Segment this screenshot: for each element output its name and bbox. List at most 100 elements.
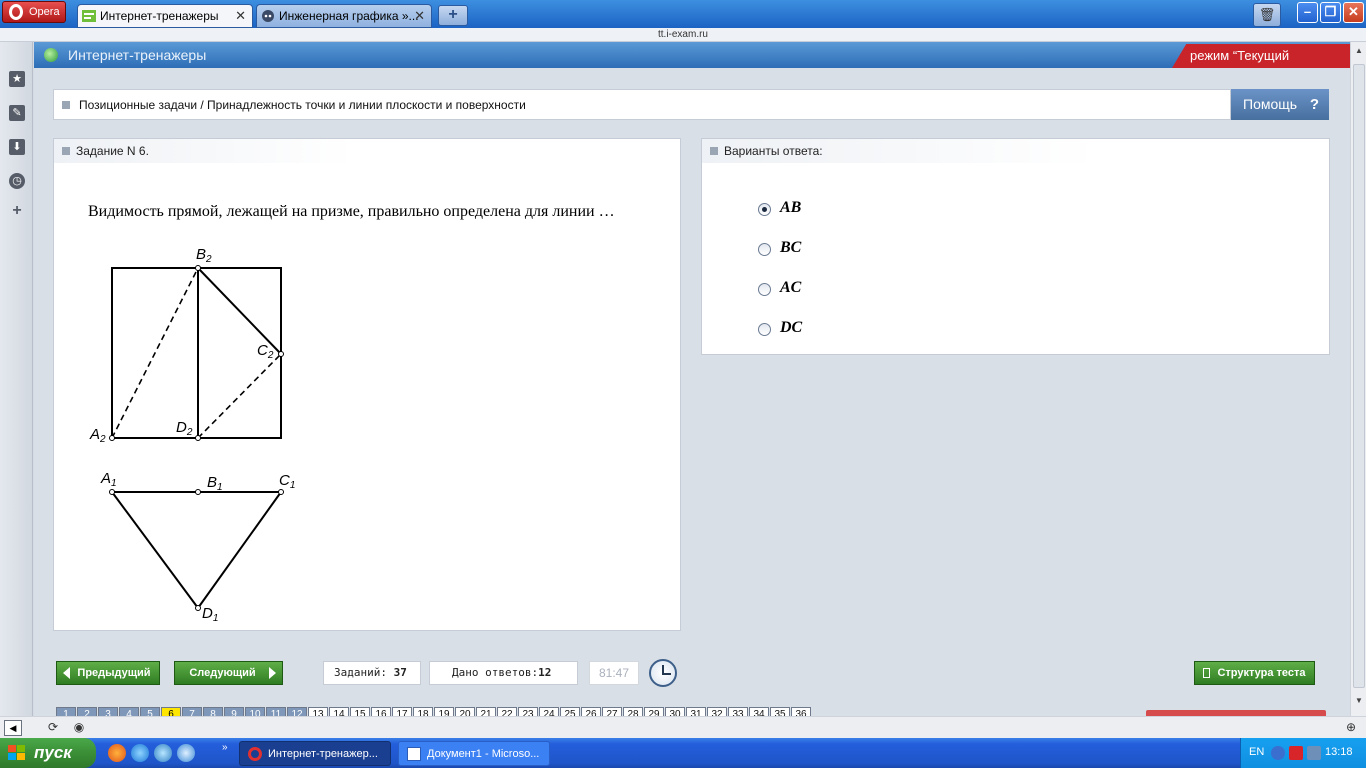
radio-button[interactable] bbox=[758, 243, 771, 256]
browser-icon[interactable] bbox=[177, 744, 195, 762]
quicklaunch-more-icon[interactable]: » bbox=[222, 742, 228, 753]
page-number-button[interactable]: 21 bbox=[476, 707, 496, 716]
page-number-button[interactable]: 12 bbox=[287, 707, 307, 716]
task-heading-text: Задание N 6. bbox=[76, 144, 149, 158]
arrow-left-icon bbox=[63, 667, 70, 679]
internet-explorer-icon[interactable] bbox=[131, 744, 149, 762]
page-number-button[interactable]: 36 bbox=[791, 707, 811, 716]
answers-counter-value: 12 bbox=[538, 666, 552, 679]
page-number-button[interactable]: 33 bbox=[728, 707, 748, 716]
prism-drawing: B2 C2 A2 D2 A1 B1 C1 D1 bbox=[89, 246, 295, 621]
clock-icon[interactable] bbox=[649, 659, 677, 687]
page-number-button[interactable]: 5 bbox=[140, 707, 160, 716]
radio-button[interactable] bbox=[758, 323, 771, 336]
page-number-button[interactable]: 29 bbox=[644, 707, 664, 716]
next-button[interactable]: Следующий bbox=[174, 661, 283, 685]
page-number-button[interactable]: 27 bbox=[602, 707, 622, 716]
messenger-icon[interactable] bbox=[154, 744, 172, 762]
page-number-button[interactable]: 32 bbox=[707, 707, 727, 716]
tab-internet-trainers[interactable]: Интернет-тренажеры ✕ bbox=[77, 4, 253, 28]
page-number-button[interactable]: 4 bbox=[119, 707, 139, 716]
vertical-scrollbar[interactable]: ▲ ▼ bbox=[1350, 42, 1366, 716]
page-number-button[interactable]: 9 bbox=[224, 707, 244, 716]
taskbar-window-opera[interactable]: Интернет-тренажер... bbox=[239, 741, 391, 766]
downloads-icon[interactable]: ⬇ bbox=[9, 139, 25, 155]
answer-label[interactable]: AC bbox=[780, 279, 801, 297]
browser-tab-bar: Opera Интернет-тренажеры ✕ Инженерная гр… bbox=[0, 0, 1366, 28]
sync-icon[interactable]: ⟳ bbox=[44, 720, 62, 736]
history-clock-icon[interactable]: ◷ bbox=[9, 173, 25, 189]
taskbar-window-word[interactable]: Документ1 - Microso... bbox=[398, 741, 550, 766]
antivirus-icon[interactable] bbox=[1289, 746, 1303, 760]
opera-menu-label: Opera bbox=[29, 6, 60, 18]
minimize-window-button[interactable]: – bbox=[1297, 2, 1318, 23]
page-number-button[interactable]: 35 bbox=[770, 707, 790, 716]
close-window-button[interactable]: ✕ bbox=[1343, 2, 1364, 23]
page-number-button[interactable]: 31 bbox=[686, 707, 706, 716]
page-number-button[interactable]: 8 bbox=[203, 707, 223, 716]
page-number-button[interactable]: 26 bbox=[581, 707, 601, 716]
label-b2: B2 bbox=[196, 246, 212, 265]
windows-flag-icon bbox=[8, 745, 26, 761]
opera-menu-button[interactable]: Opera bbox=[2, 1, 66, 23]
page-number-button[interactable]: 16 bbox=[371, 707, 391, 716]
point-c2 bbox=[278, 351, 284, 357]
closed-tabs-trash-icon[interactable]: 🗑 bbox=[1253, 3, 1281, 27]
page-number-button[interactable]: 17 bbox=[392, 707, 412, 716]
bullet-square-icon bbox=[62, 101, 70, 109]
answer-label[interactable]: DC bbox=[780, 319, 802, 337]
page-number-button[interactable]: 11 bbox=[266, 707, 286, 716]
tab-title: Интернет-тренажеры bbox=[100, 9, 219, 23]
page-number-button[interactable]: 3 bbox=[98, 707, 118, 716]
windows-taskbar: пуск » Интернет-тренажер... Документ1 - … bbox=[0, 738, 1366, 768]
page-number-button[interactable]: 6 bbox=[161, 707, 181, 716]
answers-heading-text: Варианты ответа: bbox=[724, 144, 823, 158]
scrollbar-thumb[interactable] bbox=[1353, 64, 1365, 688]
page-number-button[interactable]: 10 bbox=[245, 707, 265, 716]
page-number-button[interactable]: 30 bbox=[665, 707, 685, 716]
close-tab-icon[interactable]: ✕ bbox=[414, 5, 425, 27]
answers-counter-label: Дано ответов: bbox=[452, 666, 539, 679]
close-tab-icon[interactable]: ✕ bbox=[235, 5, 246, 27]
firefox-icon[interactable] bbox=[108, 744, 126, 762]
new-tab-button[interactable]: + bbox=[438, 5, 468, 26]
add-panel-icon[interactable]: + bbox=[9, 203, 25, 219]
start-button[interactable]: пуск bbox=[0, 738, 96, 768]
answer-label[interactable]: BC bbox=[780, 239, 801, 257]
notes-icon[interactable]: ✎ bbox=[9, 105, 25, 121]
network-icon[interactable] bbox=[1271, 746, 1285, 760]
language-indicator[interactable]: EN bbox=[1249, 746, 1264, 758]
page-number-button[interactable]: 13 bbox=[308, 707, 328, 716]
page-number-button[interactable]: 2 bbox=[77, 707, 97, 716]
radio-button[interactable] bbox=[758, 203, 771, 216]
page-number-button[interactable]: 25 bbox=[560, 707, 580, 716]
test-structure-button[interactable]: Структура теста bbox=[1194, 661, 1315, 685]
help-button[interactable]: Помощь ? bbox=[1231, 89, 1329, 120]
page-number-button[interactable]: 7 bbox=[182, 707, 202, 716]
page-number-button[interactable]: 1 bbox=[56, 707, 76, 716]
radio-button[interactable] bbox=[758, 283, 771, 296]
bookmarks-star-icon[interactable]: ★ bbox=[9, 71, 25, 87]
site-title: Интернет-тренажеры bbox=[68, 47, 207, 63]
turbo-icon[interactable]: ◉ bbox=[70, 720, 88, 736]
page-number-button[interactable]: 22 bbox=[497, 707, 517, 716]
prism-front-view-outline bbox=[111, 267, 282, 439]
page-number-button[interactable]: 34 bbox=[749, 707, 769, 716]
previous-button[interactable]: Предыдущий bbox=[56, 661, 160, 685]
restore-window-button[interactable]: ❐ bbox=[1320, 2, 1341, 23]
answer-label[interactable]: AB bbox=[780, 199, 801, 217]
page-number-button[interactable]: 14 bbox=[329, 707, 349, 716]
scroll-down-icon[interactable]: ▼ bbox=[1354, 696, 1364, 705]
page-number-button[interactable]: 15 bbox=[350, 707, 370, 716]
scroll-up-icon[interactable]: ▲ bbox=[1354, 46, 1364, 55]
display-icon[interactable] bbox=[1307, 746, 1321, 760]
page-number-button[interactable]: 19 bbox=[434, 707, 454, 716]
tab-engineering-graphics[interactable]: Инженерная графика »... ✕ bbox=[256, 4, 432, 28]
page-number-button[interactable]: 24 bbox=[539, 707, 559, 716]
page-number-button[interactable]: 23 bbox=[518, 707, 538, 716]
panel-toggle-icon[interactable]: ◀ bbox=[4, 720, 22, 736]
page-number-button[interactable]: 28 bbox=[623, 707, 643, 716]
page-number-button[interactable]: 18 bbox=[413, 707, 433, 716]
zoom-icon[interactable]: ⊕ bbox=[1346, 720, 1362, 736]
page-number-button[interactable]: 20 bbox=[455, 707, 475, 716]
